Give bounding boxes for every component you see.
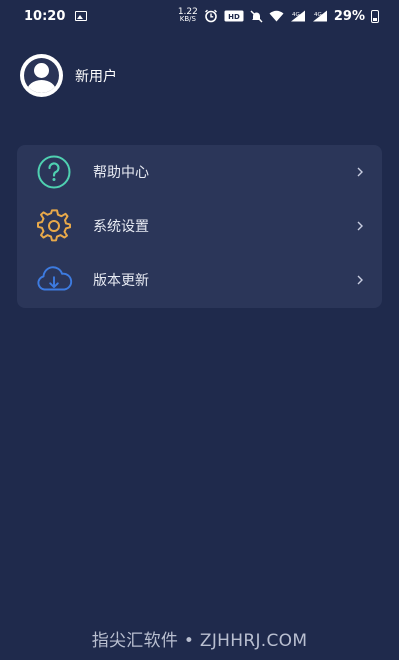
avatar-body — [27, 80, 56, 93]
menu-item-help-center[interactable]: 帮助中心 — [17, 145, 382, 199]
image-notification-icon — [75, 11, 88, 21]
mute-icon — [250, 10, 263, 23]
network-speed: 1.22 KB/S — [178, 8, 198, 23]
avatar-head — [34, 63, 49, 78]
svg-text:HD: HD — [228, 13, 240, 21]
menu-item-system-settings[interactable]: 系统设置 — [17, 199, 382, 253]
volte-icon: HD — [224, 10, 244, 22]
network-speed-unit: KB/S — [179, 15, 196, 23]
menu-item-label: 帮助中心 — [93, 165, 149, 181]
status-left: 10:20 — [24, 8, 88, 24]
signal-1-icon: 4G — [290, 10, 306, 22]
user-header[interactable]: 新用户 — [20, 54, 117, 97]
menu-item-label: 系统设置 — [93, 219, 149, 235]
signal-2-icon: 4G — [312, 10, 328, 22]
chevron-right-icon — [357, 221, 363, 231]
menu-item-version-update[interactable]: 版本更新 — [17, 253, 382, 307]
cloud-download-icon — [35, 261, 73, 299]
battery-percent: 29% — [333, 8, 365, 24]
signal-1-label: 4G — [292, 12, 300, 18]
menu-card: 帮助中心 系统设置 版本更新 — [17, 145, 382, 308]
signal-2-label: 4G — [314, 12, 322, 18]
gear-icon — [35, 207, 73, 245]
user-name[interactable]: 新用户 — [75, 66, 117, 86]
wifi-icon — [269, 10, 284, 22]
avatar-silhouette — [24, 58, 59, 93]
status-time: 10:20 — [24, 8, 66, 24]
chevron-right-icon — [357, 275, 363, 285]
screen: 10:20 1.22 KB/S HD 4G 4G 29% 新用户 帮助中心 系统… — [0, 0, 399, 660]
chevron-right-icon — [357, 167, 363, 177]
question-circle-icon — [35, 153, 73, 191]
watermark: 指尖汇软件 • ZJHHRJ.COM — [91, 631, 308, 651]
status-right: 1.22 KB/S HD 4G 4G 29% — [178, 8, 379, 24]
avatar[interactable] — [20, 54, 63, 97]
status-bar: 10:20 1.22 KB/S HD 4G 4G 29% — [0, 0, 399, 32]
menu-item-label: 版本更新 — [93, 273, 149, 289]
alarm-icon — [204, 9, 218, 23]
battery-icon — [371, 9, 379, 23]
